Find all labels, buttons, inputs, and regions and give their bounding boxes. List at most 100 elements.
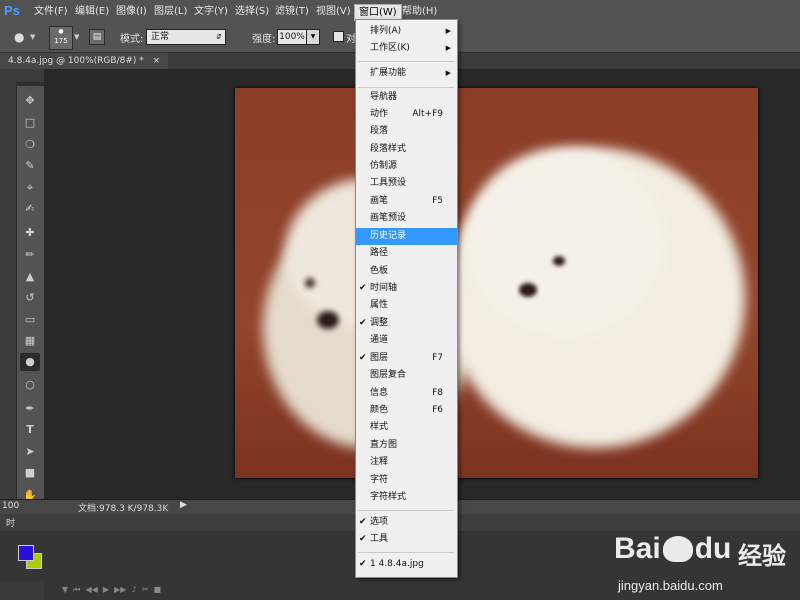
menu-item-options[interactable]: ✔ 选项 bbox=[356, 514, 457, 531]
history-brush-tool-icon[interactable]: ↺ bbox=[20, 289, 40, 307]
menu-separator bbox=[358, 61, 454, 62]
puppy-eye bbox=[305, 278, 315, 288]
strength-dropdown-button[interactable]: ▼ bbox=[306, 29, 320, 45]
timeline-tab[interactable]: 时 bbox=[6, 516, 15, 529]
menu-item-clone-source[interactable]: 仿制源 bbox=[356, 158, 457, 175]
baidu-jingyan-watermark: Bai du 经验 jingyan.baidu.com bbox=[610, 518, 800, 600]
menu-item-brush-presets[interactable]: 画笔预设 bbox=[356, 210, 457, 227]
menu-item-properties[interactable]: 属性 bbox=[356, 297, 457, 314]
menu-item-tools[interactable]: ✔ 工具 bbox=[356, 531, 457, 548]
submenu-arrow-icon: ▶ bbox=[445, 27, 451, 35]
menu-filter[interactable]: 滤镜(T) bbox=[275, 4, 309, 20]
menu-item-history[interactable]: 历史记录 bbox=[356, 228, 457, 245]
checkmark-icon: ✔ bbox=[359, 283, 367, 293]
timeline-controls-icons[interactable]: ▼ ⏮ ◀◀ ▶ ▶▶ ♪ ✂ ■ bbox=[62, 585, 161, 595]
document-image[interactable] bbox=[235, 88, 758, 478]
brush-panel-toggle-icon[interactable]: ▤ bbox=[89, 29, 105, 45]
chevron-down-icon[interactable]: ▼ bbox=[30, 33, 35, 41]
strength-input[interactable]: 100% bbox=[277, 29, 307, 45]
menu-item-paths[interactable]: 路径 bbox=[356, 245, 457, 262]
menu-layer[interactable]: 图层(L) bbox=[154, 4, 187, 20]
eyedropper-tool-icon[interactable]: ✍ bbox=[20, 200, 40, 218]
menu-image[interactable]: 图像(I) bbox=[116, 4, 147, 20]
menu-item-timeline[interactable]: ✔ 时间轴 bbox=[356, 280, 457, 297]
checkbox[interactable] bbox=[333, 31, 344, 42]
timeline-controls bbox=[0, 582, 44, 600]
gradient-tool-icon[interactable]: ▦ bbox=[20, 332, 40, 350]
menu-separator bbox=[358, 87, 454, 88]
blur-tool-icon[interactable]: ● bbox=[14, 30, 24, 44]
brush-preset-picker[interactable]: ● 175 bbox=[49, 26, 73, 50]
mode-select[interactable]: 正常 ⇵ bbox=[146, 29, 226, 45]
select-arrows-icon: ⇵ bbox=[216, 33, 222, 41]
menu-item-character[interactable]: 字符 bbox=[356, 472, 457, 489]
menu-view[interactable]: 视图(V) bbox=[316, 4, 351, 20]
brush-tool-icon[interactable]: ✏ bbox=[20, 246, 40, 264]
toolbox-grip[interactable] bbox=[16, 82, 44, 86]
foreground-color-swatch[interactable] bbox=[18, 545, 34, 561]
puppy-eye bbox=[553, 256, 565, 266]
status-menu-arrow-icon[interactable]: ▶ bbox=[180, 500, 187, 510]
type-tool-icon[interactable]: T bbox=[20, 421, 40, 439]
menu-item-brush[interactable]: 画笔 F5 bbox=[356, 193, 457, 210]
menu-item-tool-presets[interactable]: 工具预设 bbox=[356, 175, 457, 192]
mode-label: 模式: bbox=[120, 34, 144, 45]
menu-item-extensions[interactable]: 扩展功能 ▶ bbox=[356, 65, 457, 82]
jingyan-text: 经验 bbox=[738, 542, 786, 570]
zoom-level[interactable]: 100 bbox=[2, 501, 19, 511]
menu-item-info[interactable]: 信息 F8 bbox=[356, 385, 457, 402]
menu-item-layer-comps[interactable]: 图层复合 bbox=[356, 367, 457, 384]
menu-help[interactable]: 帮助(H) bbox=[402, 4, 437, 20]
paw-icon bbox=[662, 536, 693, 562]
chevron-down-icon[interactable]: ▼ bbox=[74, 33, 79, 41]
menu-file[interactable]: 文件(F) bbox=[34, 4, 68, 20]
path-selection-tool-icon[interactable]: ➤ bbox=[20, 443, 40, 461]
close-icon[interactable]: × bbox=[153, 56, 161, 66]
menu-item-navigator[interactable]: 导航器 bbox=[356, 89, 457, 106]
menu-item-channels[interactable]: 通道 bbox=[356, 332, 457, 349]
menu-item-color[interactable]: 颜色 F6 bbox=[356, 402, 457, 419]
puppy-right-head bbox=[465, 148, 665, 338]
menu-item-actions[interactable]: 动作 Alt+F9 bbox=[356, 106, 457, 123]
eraser-tool-icon[interactable]: ▭ bbox=[20, 311, 40, 329]
quick-select-tool-icon[interactable]: ✎ bbox=[20, 157, 40, 175]
document-tab[interactable]: 4.8.4a.jpg @ 100%(RGB/8#) * × bbox=[0, 53, 169, 69]
marquee-tool-icon[interactable]: □ bbox=[20, 114, 40, 132]
lasso-tool-icon[interactable]: ❍ bbox=[20, 136, 40, 154]
document-tab-title: 4.8.4a.jpg @ 100%(RGB/8#) * bbox=[8, 56, 144, 66]
window-menu-dropdown: 排列(A) ▶ 工作区(K) ▶ 扩展功能 ▶ 导航器 动作 Alt+F9 段落 段落样… bbox=[355, 19, 458, 578]
menu-select[interactable]: 选择(S) bbox=[235, 4, 269, 20]
menu-item-character-styles[interactable]: 字符样式 bbox=[356, 489, 457, 506]
dodge-tool-icon[interactable]: ○ bbox=[20, 376, 40, 394]
checkmark-icon: ✔ bbox=[359, 318, 367, 328]
strength-label: 强度: bbox=[252, 34, 276, 45]
menu-item-open-document[interactable]: ✔ 1 4.8.4a.jpg bbox=[356, 556, 457, 573]
menu-type[interactable]: 文字(Y) bbox=[194, 4, 228, 20]
healing-brush-tool-icon[interactable]: ✚ bbox=[20, 224, 40, 242]
crop-tool-icon[interactable]: ⌖ bbox=[20, 179, 40, 197]
menu-item-swatches[interactable]: 色板 bbox=[356, 263, 457, 280]
menu-item-arrange[interactable]: 排列(A) ▶ bbox=[356, 23, 457, 40]
checkmark-icon: ✔ bbox=[359, 534, 367, 544]
menu-separator bbox=[358, 552, 454, 553]
pen-tool-icon[interactable]: ✒ bbox=[20, 400, 40, 418]
rectangle-tool-icon[interactable]: ■ bbox=[20, 464, 40, 482]
menu-item-workspace[interactable]: 工作区(K) ▶ bbox=[356, 40, 457, 57]
menu-item-paragraph-styles[interactable]: 段落样式 bbox=[356, 141, 457, 158]
mode-select-value: 正常 bbox=[151, 32, 170, 42]
menu-item-adjustments[interactable]: ✔ 调整 bbox=[356, 315, 457, 332]
move-tool-icon[interactable]: ✥ bbox=[20, 92, 40, 110]
menu-item-styles[interactable]: 样式 bbox=[356, 419, 457, 436]
blur-tool-icon[interactable]: ● bbox=[20, 353, 40, 371]
photoshop-logo: Ps bbox=[4, 3, 20, 18]
checkmark-icon: ✔ bbox=[359, 559, 367, 569]
clone-stamp-tool-icon[interactable]: ▲ bbox=[20, 268, 40, 286]
menu-item-notes[interactable]: 注释 bbox=[356, 454, 457, 471]
submenu-arrow-icon: ▶ bbox=[445, 44, 451, 52]
menu-item-paragraph[interactable]: 段落 bbox=[356, 123, 457, 140]
menu-item-layers[interactable]: ✔ 图层 F7 bbox=[356, 350, 457, 367]
puppy-nose bbox=[317, 311, 339, 329]
menu-item-histogram[interactable]: 直方图 bbox=[356, 437, 457, 454]
menu-edit[interactable]: 编辑(E) bbox=[75, 4, 109, 20]
document-size: 文档:978.3 K/978.3K bbox=[78, 504, 169, 514]
